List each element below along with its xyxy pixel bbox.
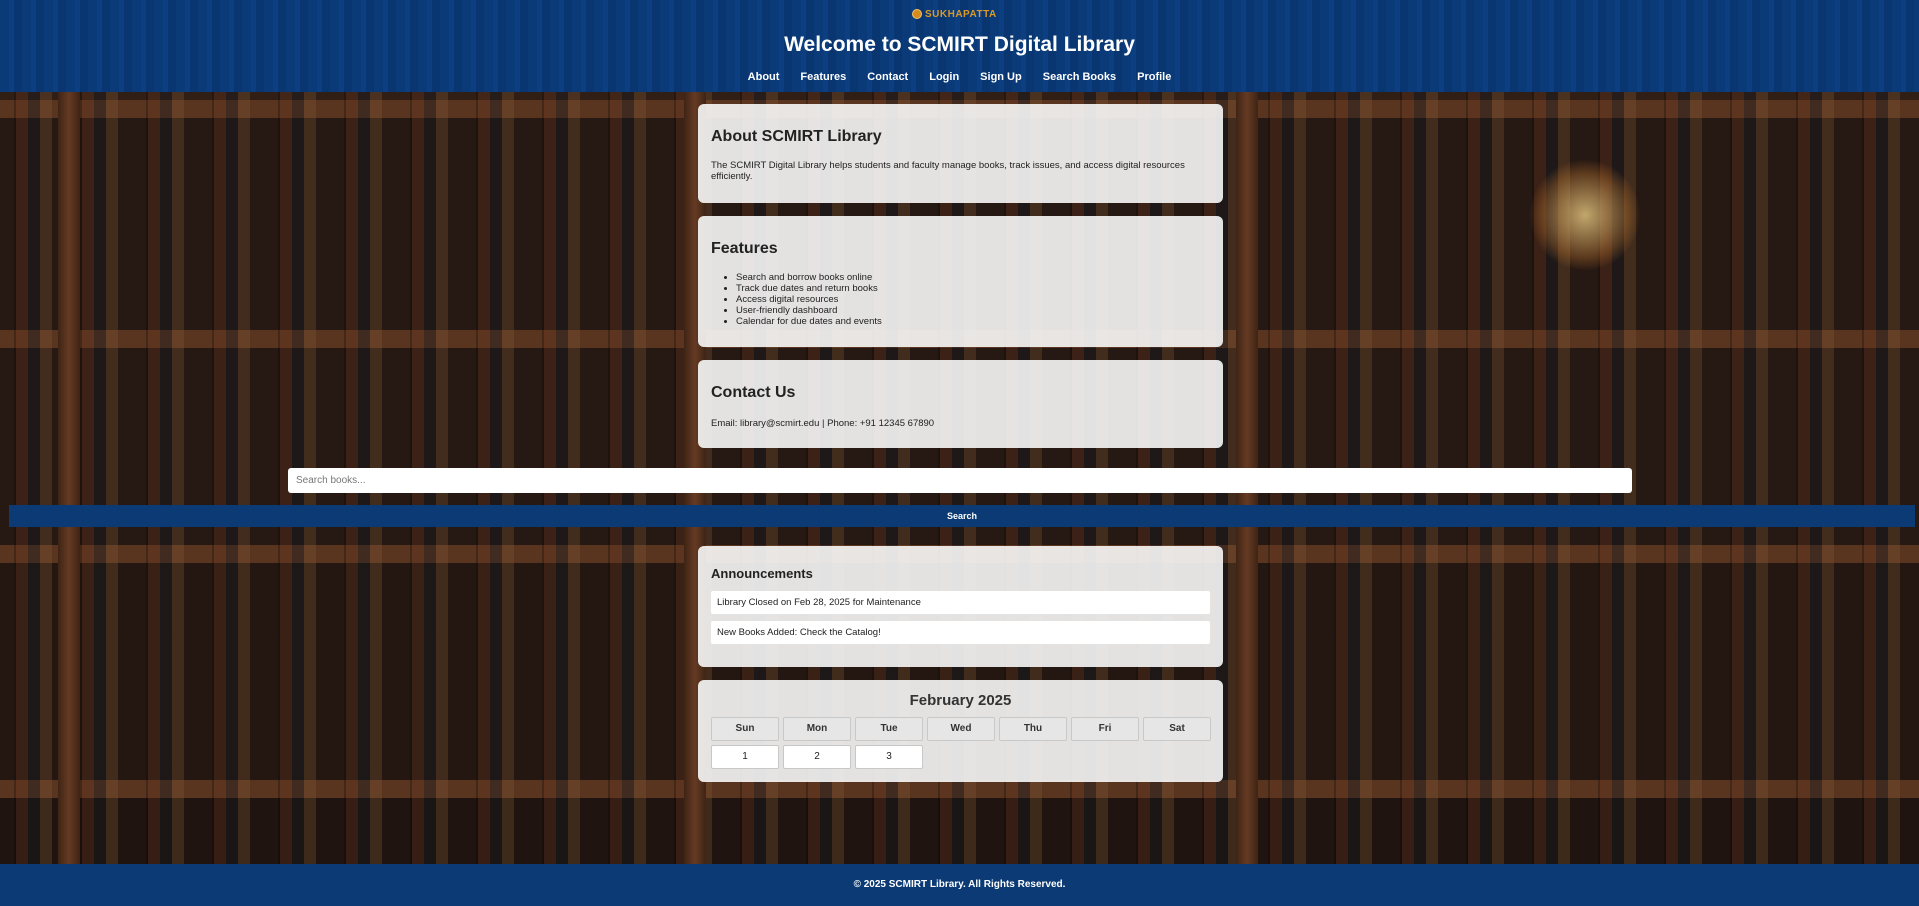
search-button[interactable]: Search [9, 505, 1915, 527]
calendar-section: February 2025 Sun Mon Tue Wed Thu Fri Sa… [698, 680, 1223, 782]
calendar-day[interactable]: 1 [711, 745, 779, 769]
copyright-text: © 2025 SCMIRT Library. All Rights Reserv… [853, 879, 1066, 890]
search-input[interactable] [288, 468, 1632, 493]
announcements-title: Announcements [711, 566, 813, 581]
site-header: SUKHAPATTA Welcome to SCMIRT Digital Lib… [0, 0, 1919, 92]
nav-sign-up[interactable]: Sign Up [980, 71, 1022, 83]
weekday-header: Sat [1143, 717, 1211, 741]
nav-login[interactable]: Login [929, 71, 959, 83]
announcement-item: Library Closed on Feb 28, 2025 for Maint… [711, 591, 1210, 614]
announcements-section: Announcements Library Closed on Feb 28, … [698, 546, 1223, 667]
weekday-header: Sun [711, 717, 779, 741]
nav-contact[interactable]: Contact [867, 71, 908, 83]
page-title: Welcome to SCMIRT Digital Library [784, 33, 1135, 56]
calendar-title: February 2025 [909, 692, 1012, 709]
weekday-header: Tue [855, 717, 923, 741]
site-logo[interactable]: SUKHAPATTA [912, 5, 1006, 23]
calendar-day[interactable]: 3 [855, 745, 923, 769]
feature-item: User-friendly dashboard [736, 305, 1210, 316]
site-footer: © 2025 SCMIRT Library. All Rights Reserv… [0, 864, 1919, 906]
calendar-day[interactable]: 2 [783, 745, 851, 769]
about-section: About SCMIRT Library The SCMIRT Digital … [698, 104, 1223, 203]
nav-search-books[interactable]: Search Books [1043, 71, 1116, 83]
features-section: Features Search and borrow books online … [698, 216, 1223, 347]
contact-section: Contact Us Email: library@scmirt.edu | P… [698, 360, 1223, 448]
feature-item: Search and borrow books online [736, 272, 1210, 283]
feature-item: Calendar for due dates and events [736, 316, 1210, 327]
main-nav: About Features Contact Login Sign Up Sea… [0, 71, 1919, 83]
nav-about[interactable]: About [748, 71, 780, 83]
contact-title: Contact Us [711, 384, 796, 401]
weekday-header: Thu [999, 717, 1067, 741]
weekday-header: Mon [783, 717, 851, 741]
weekday-header: Wed [927, 717, 995, 741]
logo-wordmark: SUKHAPATTA [925, 8, 997, 20]
logo-seal-icon [912, 9, 922, 19]
about-title: About SCMIRT Library [711, 128, 882, 145]
feature-item: Access digital resources [736, 294, 1210, 305]
feature-item: Track due dates and return books [736, 283, 1210, 294]
weekday-header: Fri [1071, 717, 1139, 741]
announcement-item: New Books Added: Check the Catalog! [711, 621, 1210, 644]
features-list: Search and borrow books online Track due… [711, 272, 1210, 327]
contact-text: Email: library@scmirt.edu | Phone: +91 1… [711, 418, 935, 429]
about-text: The SCMIRT Digital Library helps student… [711, 160, 1185, 182]
calendar-grid: Sun Mon Tue Wed Thu Fri Sat 1 2 3 [711, 717, 1211, 769]
features-title: Features [711, 240, 778, 257]
nav-features[interactable]: Features [800, 71, 846, 83]
nav-profile[interactable]: Profile [1137, 71, 1171, 83]
